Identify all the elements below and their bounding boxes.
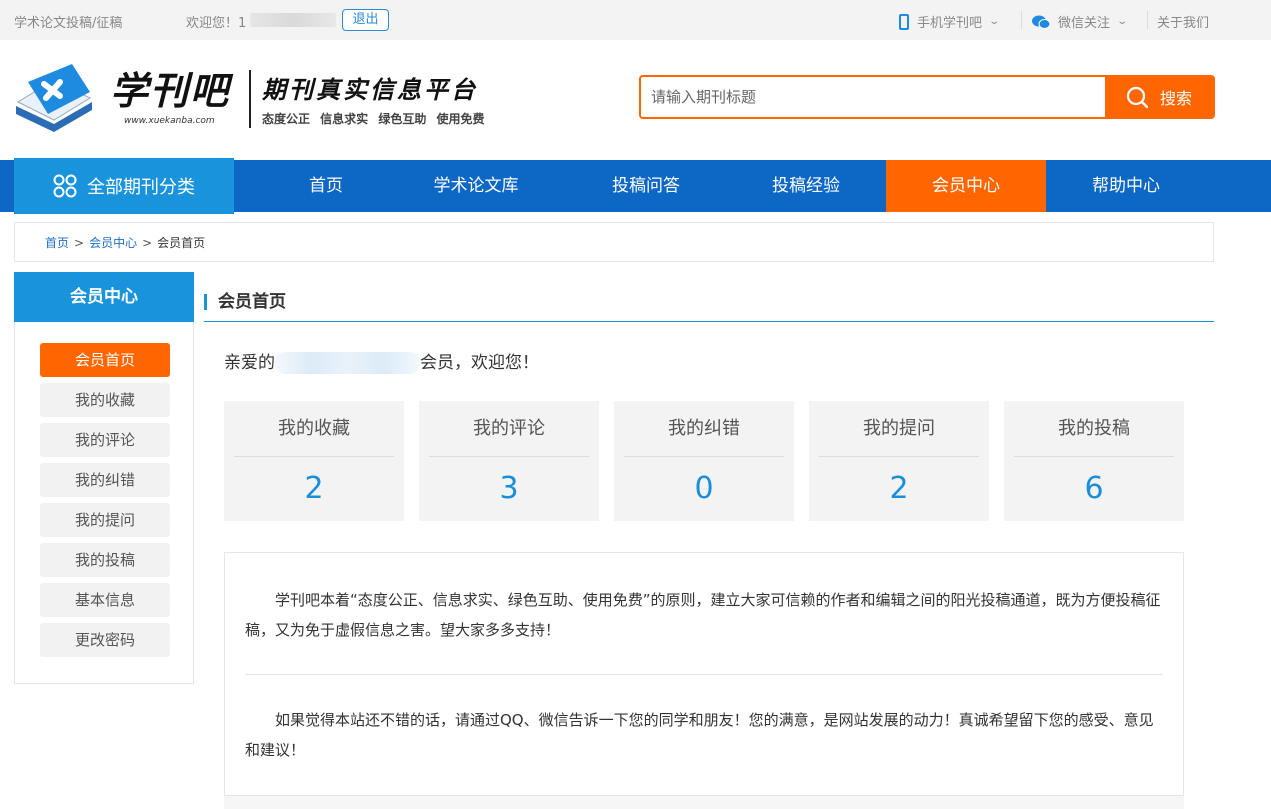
sidebar-item-member-home[interactable]: 会员首页 <box>40 343 170 377</box>
book-logo-icon <box>16 64 92 132</box>
stat-value: 6 <box>1084 471 1104 506</box>
sidebar-item-questions[interactable]: 我的提问 <box>40 503 170 537</box>
sidebar: 会员中心 会员首页 我的收藏 我的评论 我的纠错 我的提问 我的投稿 基本信息 … <box>14 272 194 684</box>
breadcrumb-separator: > <box>74 236 85 250</box>
stat-label: 我的收藏 <box>234 401 394 457</box>
main-nav: 全部期刊分类 首页 学术论文库 投稿问答 投稿经验 会员中心 帮助中心 <box>0 158 1271 214</box>
greeting-prefix: 亲爱的 <box>224 353 275 373</box>
all-categories-button[interactable]: 全部期刊分类 <box>14 158 234 214</box>
logout-button[interactable]: 退出 <box>342 9 389 31</box>
sidebar-item-comments[interactable]: 我的评论 <box>40 423 170 457</box>
stat-card-corrections[interactable]: 我的纠错 0 <box>614 401 794 521</box>
notice-box: 学刊吧本着“态度公正、信息求实、绿色互助、使用免费”的原则，建立大家可信赖的作者… <box>224 552 1184 809</box>
sidebar-item-profile[interactable]: 基本信息 <box>40 583 170 617</box>
all-categories-label: 全部期刊分类 <box>87 177 195 198</box>
breadcrumb-current: 会员首页 <box>157 236 206 250</box>
sidebar-menu: 会员首页 我的收藏 我的评论 我的纠错 我的提问 我的投稿 基本信息 更改密码 <box>40 343 170 663</box>
greeting: 亲爱的 会员，欢迎您！ <box>224 348 539 374</box>
notice-footer <box>224 795 1184 809</box>
logo-url: www.xuekanba.com <box>124 116 215 126</box>
mobile-menu[interactable]: 手机学刊吧 ⌄ <box>899 12 1001 31</box>
breadcrumb-separator: > <box>142 236 153 250</box>
mobile-label: 手机学刊吧 <box>917 16 983 31</box>
sidebar-title: 会员中心 <box>14 272 194 322</box>
stat-label: 我的投稿 <box>1014 401 1174 457</box>
stat-value: 2 <box>889 471 909 506</box>
wechat-menu[interactable]: 微信关注 ⌄ <box>1032 12 1129 31</box>
about-link[interactable]: 关于我们 <box>1157 12 1209 31</box>
welcome-text: 欢迎您！1 <box>186 16 247 31</box>
stat-value: 0 <box>694 471 714 506</box>
stat-card-submissions[interactable]: 我的投稿 6 <box>1004 401 1184 521</box>
nav-item-papers[interactable]: 学术论文库 <box>396 160 556 212</box>
notice-paragraph: 如果觉得本站还不错的话，请通过QQ、微信告诉一下您的同学和朋友！您的满意，是网站… <box>245 711 1154 759</box>
stat-card-questions[interactable]: 我的提问 2 <box>809 401 989 521</box>
stat-label: 我的提问 <box>819 401 979 457</box>
username-redacted <box>275 352 420 374</box>
logo-divider <box>249 70 251 128</box>
site-tagline[interactable]: 学术论文投稿/征稿 <box>14 12 122 31</box>
sidebar-item-password[interactable]: 更改密码 <box>40 623 170 657</box>
search-button-label: 搜索 <box>1159 89 1192 108</box>
stat-card-favorites[interactable]: 我的收藏 2 <box>224 401 404 521</box>
search-button[interactable]: 搜索 <box>1105 77 1213 117</box>
breadcrumb: 首页 > 会员中心 > 会员首页 <box>14 222 1214 262</box>
top-bar: 学术论文投稿/征稿 欢迎您！1 退出 手机学刊吧 ⌄ 微信关注 ⌄ 关于我们 <box>0 0 1271 40</box>
breadcrumb-member[interactable]: 会员中心 <box>89 236 137 250</box>
nav-item-member[interactable]: 会员中心 <box>886 160 1046 212</box>
search-icon <box>1126 86 1148 108</box>
stat-value: 2 <box>304 471 324 506</box>
search-bar: 搜索 <box>639 75 1215 119</box>
sidebar-item-corrections[interactable]: 我的纠错 <box>40 463 170 497</box>
stat-label: 我的纠错 <box>624 401 784 457</box>
logo-name: 学刊吧 <box>110 68 231 113</box>
stat-card-comments[interactable]: 我的评论 3 <box>419 401 599 521</box>
nav-item-experience[interactable]: 投稿经验 <box>726 160 886 212</box>
stat-label: 我的评论 <box>429 401 589 457</box>
sidebar-item-favorites[interactable]: 我的收藏 <box>40 383 170 417</box>
greeting-suffix: 会员，欢迎您！ <box>420 353 539 373</box>
divider <box>245 674 1163 675</box>
breadcrumb-home[interactable]: 首页 <box>45 236 69 250</box>
divider <box>1147 11 1148 29</box>
nav-item-home[interactable]: 首页 <box>246 160 406 212</box>
site-logo[interactable]: 学刊吧 www.xuekanba.com 期刊真实信息平台 态度公正 信息求实 … <box>14 58 514 132</box>
divider <box>1021 11 1022 29</box>
notice-paragraph: 学刊吧本着“态度公正、信息求实、绿色互助、使用免费”的原则，建立大家可信赖的作者… <box>245 591 1161 639</box>
phone-icon <box>899 13 909 30</box>
wechat-icon <box>1032 15 1050 29</box>
chevron-down-icon: ⌄ <box>1116 16 1129 27</box>
logo-tags: 态度公正 信息求实 绿色互助 使用免费 <box>262 112 485 126</box>
page-title: 会员首页 <box>204 290 1214 322</box>
nav-item-help[interactable]: 帮助中心 <box>1046 160 1206 212</box>
username-redacted <box>250 13 336 27</box>
logo-slogan: 期刊真实信息平台 <box>262 75 478 104</box>
sidebar-item-submissions[interactable]: 我的投稿 <box>40 543 170 577</box>
grid-icon <box>53 174 77 198</box>
stat-value: 3 <box>499 471 519 506</box>
search-input[interactable] <box>641 77 1105 117</box>
chevron-down-icon: ⌄ <box>988 16 1001 27</box>
wechat-label: 微信关注 <box>1058 16 1111 31</box>
nav-item-qa[interactable]: 投稿问答 <box>566 160 726 212</box>
